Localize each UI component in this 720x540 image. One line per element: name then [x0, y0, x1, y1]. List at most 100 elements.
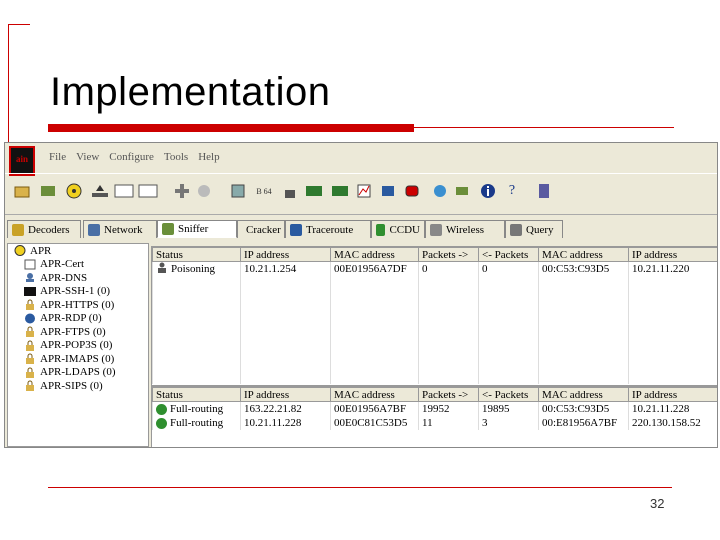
table-header-row: Status IP address MAC address Packets ->…: [152, 387, 717, 402]
radiation-icon[interactable]: [65, 182, 83, 200]
routing-table-panel: Status IP address MAC address Packets ->…: [151, 386, 717, 447]
table-header-row: Status IP address MAC address Packets ->…: [152, 247, 717, 262]
poisoning-table: Status IP address MAC address Packets ->…: [152, 247, 717, 384]
title-underline: [48, 124, 414, 132]
tree-item-apr-sips[interactable]: APR-SIPS (0): [8, 379, 148, 393]
query-icon: [510, 223, 522, 236]
tab-cracker[interactable]: Cracker: [237, 220, 285, 238]
menu-file[interactable]: File: [49, 151, 66, 163]
col-mac-address[interactable]: MAC address: [330, 247, 419, 262]
record-icon[interactable]: [403, 182, 421, 200]
calc-icon[interactable]: [379, 182, 397, 200]
tree-item-apr-ldaps[interactable]: APR-LDAPS (0): [8, 366, 148, 380]
info-icon[interactable]: [479, 182, 497, 200]
routing-table: Status IP address MAC address Packets ->…: [152, 387, 717, 430]
table-row[interactable]: Full-routing 10.21.11.228 00E0C81C53D5 1…: [152, 416, 717, 430]
auth-icon[interactable]: [89, 182, 111, 200]
lock-icon: [24, 340, 36, 351]
challenge-reset-icon[interactable]: [113, 182, 135, 200]
export-icon[interactable]: [229, 182, 247, 200]
open-icon[interactable]: [13, 182, 31, 200]
traceroute-icon: [290, 223, 302, 236]
base64-label: B 64: [256, 186, 272, 196]
dns-icon: [24, 272, 36, 283]
tab-network[interactable]: Network: [83, 220, 157, 238]
tree-item-apr-rdp[interactable]: APR-RDP (0): [8, 312, 148, 326]
cain-logo-icon: ain: [9, 146, 35, 176]
lsa-icon[interactable]: [305, 182, 323, 200]
col-packets-out[interactable]: Packets ->: [418, 387, 479, 402]
menu-view[interactable]: View: [76, 151, 99, 163]
toolbar: B 64 ?: [5, 173, 717, 215]
network-icon: [88, 223, 100, 236]
col-ip-address[interactable]: IP address: [240, 387, 331, 402]
decoder-icon: [12, 223, 24, 236]
sniffer-icon: [162, 223, 174, 235]
title-underline-thin: [414, 127, 674, 128]
tab-decoders[interactable]: Decoders: [7, 220, 81, 238]
tab-strip: Decoders Network Sniffer Cracker Tracero…: [5, 220, 717, 240]
tab-sniffer[interactable]: Sniffer: [157, 220, 237, 238]
apr-tree-panel: APR APR-Cert APR-DNS APR-SSH-1 (0) APR-H…: [7, 243, 149, 447]
radiation-icon: [14, 245, 26, 257]
network-card-icon[interactable]: [39, 182, 57, 200]
rdp-icon: [24, 313, 36, 324]
lock-icon[interactable]: [281, 182, 299, 200]
page-number: 32: [650, 496, 665, 511]
col-ip-address[interactable]: IP address: [240, 247, 331, 262]
col-status[interactable]: Status: [152, 387, 241, 402]
col-mac-address-2[interactable]: MAC address: [538, 247, 629, 262]
tree-item-apr-pop3s[interactable]: APR-POP3S (0): [8, 339, 148, 353]
certificate-icon: [24, 259, 36, 270]
tab-wireless[interactable]: Wireless: [425, 220, 505, 238]
col-ip-address-2[interactable]: IP address: [628, 387, 717, 402]
tree-item-apr-dns[interactable]: APR-DNS: [8, 271, 148, 285]
routing-status-icon: [156, 403, 167, 415]
base64-icon[interactable]: B 64: [255, 182, 273, 200]
col-packets-in[interactable]: <- Packets: [478, 247, 539, 262]
menu-bar: File View Configure Tools Help: [49, 151, 220, 163]
tree-item-apr-ssh[interactable]: APR-SSH-1 (0): [8, 285, 148, 299]
ccdu-icon: [376, 223, 386, 236]
col-ip-address-2[interactable]: IP address: [628, 247, 717, 262]
slide-title: Implementation: [50, 70, 331, 114]
lock-icon: [24, 380, 36, 392]
col-packets-in[interactable]: <- Packets: [478, 387, 539, 402]
mdb-icon[interactable]: [331, 182, 349, 200]
exit-icon[interactable]: [535, 182, 553, 200]
menu-tools[interactable]: Tools: [164, 151, 188, 163]
lock-icon: [24, 353, 36, 365]
col-status[interactable]: Status: [152, 247, 241, 262]
col-mac-address-2[interactable]: MAC address: [538, 387, 629, 402]
tab-query[interactable]: Query: [505, 220, 563, 238]
col-packets-out[interactable]: Packets ->: [418, 247, 479, 262]
tab-traceroute[interactable]: Traceroute: [285, 220, 371, 238]
poisoning-table-panel: Status IP address MAC address Packets ->…: [151, 246, 717, 386]
wireless-icon: [430, 223, 442, 236]
delete-icon[interactable]: [195, 182, 213, 200]
tree-item-apr-https[interactable]: APR-HTTPS (0): [8, 298, 148, 312]
tab-ccdu[interactable]: CCDU: [371, 220, 425, 238]
cain-app-window: ain File View Configure Tools Help B 64 …: [4, 142, 718, 448]
menu-configure[interactable]: Configure: [109, 151, 154, 163]
tree-item-apr-imaps[interactable]: APR-IMAPS (0): [8, 352, 148, 366]
lock-icon: [24, 367, 36, 378]
col-mac-address[interactable]: MAC address: [330, 387, 419, 402]
tree-item-apr-ftps[interactable]: APR-FTPS (0): [8, 325, 148, 339]
terminal-icon: [24, 286, 36, 297]
slide-corner-rule: [8, 24, 30, 25]
tree-item-apr-cert[interactable]: APR-Cert: [8, 258, 148, 272]
poison-icon: [156, 262, 168, 276]
help-icon[interactable]: ?: [503, 182, 521, 200]
tree-item-apr[interactable]: APR: [8, 244, 148, 258]
key-icon[interactable]: [453, 182, 471, 200]
table-row[interactable]: Full-routing 163.22.21.82 00E01956A7BF 1…: [152, 401, 717, 416]
menu-help[interactable]: Help: [198, 151, 219, 163]
chart-icon[interactable]: [355, 182, 373, 200]
table-row[interactable]: Poisoning 10.21.1.254 00E01956A7DF 0 0 0…: [152, 261, 717, 276]
routing-status-icon: [156, 417, 167, 429]
add-icon[interactable]: [173, 182, 191, 200]
challenge-spoof-icon[interactable]: [137, 182, 159, 200]
tools-icon[interactable]: [431, 182, 449, 200]
footer-rule: [48, 487, 672, 488]
